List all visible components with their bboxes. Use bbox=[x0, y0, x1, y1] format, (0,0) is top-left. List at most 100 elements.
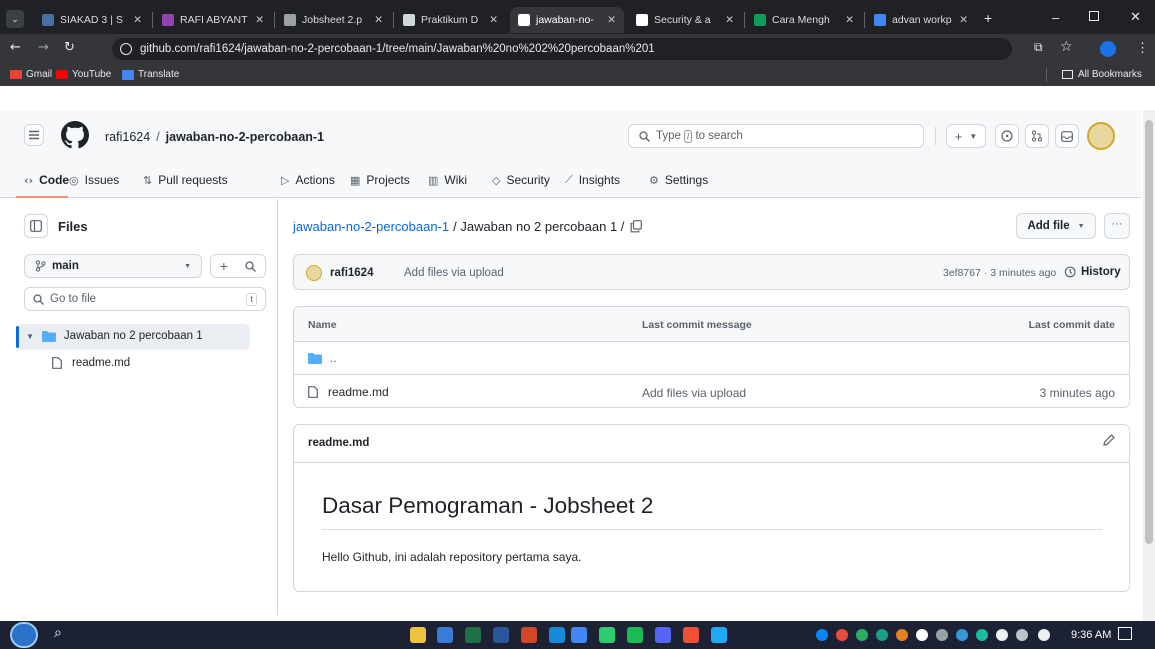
nav-tab-pull-requests[interactable]: ⇅ Pull requests bbox=[143, 172, 228, 188]
browser-menu-icon[interactable]: ⋮ bbox=[1136, 40, 1149, 56]
discord-icon[interactable] bbox=[655, 627, 671, 643]
tray-app-icon[interactable] bbox=[956, 629, 968, 641]
repo-name-link[interactable]: jawaban-no-2-percobaan-1 bbox=[166, 130, 324, 144]
tab-close-icon[interactable]: ✕ bbox=[953, 14, 968, 26]
tree-item-folder[interactable]: ▼ Jawaban no 2 percobaan 1 bbox=[26, 330, 203, 342]
commit-message[interactable]: Add files via upload bbox=[404, 267, 504, 279]
volume-icon[interactable] bbox=[1038, 629, 1050, 641]
minimize-icon[interactable]: – bbox=[1052, 10, 1059, 25]
tab-close-icon[interactable]: ✕ bbox=[601, 14, 616, 26]
browser-tab[interactable]: Security & a ✕ bbox=[628, 7, 742, 33]
restore-icon[interactable] bbox=[1089, 11, 1099, 21]
notifications-icon[interactable] bbox=[1118, 627, 1132, 640]
bookmark-youtube[interactable]: YouTube bbox=[56, 69, 111, 80]
inbox-button[interactable] bbox=[1055, 124, 1079, 148]
file-name-cell[interactable]: readme.md bbox=[308, 385, 389, 399]
bookmark-star-icon[interactable]: ☆ bbox=[1060, 39, 1073, 55]
create-new-button[interactable]: + ▼ bbox=[946, 124, 986, 148]
search-icon[interactable]: ⌕ bbox=[54, 625, 62, 641]
copy-path-icon[interactable] bbox=[630, 220, 643, 233]
browser-tab[interactable]: Praktikum D ✕ bbox=[395, 7, 506, 33]
address-bar[interactable]: github.com/rafi1624/jawaban-no-2-percoba… bbox=[112, 38, 1012, 60]
commit-author[interactable]: rafi1624 bbox=[330, 267, 373, 279]
browser-tab[interactable]: Cara Mengh ✕ bbox=[746, 7, 862, 33]
add-file-plus-icon[interactable]: + bbox=[220, 258, 228, 274]
wifi-icon[interactable] bbox=[1016, 629, 1028, 641]
wifi-icon[interactable] bbox=[996, 629, 1008, 641]
tab-close-icon[interactable]: ✕ bbox=[483, 14, 498, 26]
profile-avatar[interactable] bbox=[1100, 41, 1116, 57]
commit-author-avatar[interactable] bbox=[306, 265, 322, 281]
excel-icon[interactable] bbox=[465, 627, 481, 643]
repo-owner-link[interactable]: rafi1624 bbox=[105, 130, 150, 144]
bookmark-translate[interactable]: Translate bbox=[122, 69, 179, 80]
all-bookmarks-button[interactable]: All Bookmarks bbox=[1062, 69, 1142, 80]
vscode-icon[interactable] bbox=[711, 627, 727, 643]
tray-app-icon[interactable] bbox=[936, 629, 948, 641]
nav-tab-security[interactable]: ◇ Security bbox=[492, 172, 550, 188]
tray-app-icon[interactable] bbox=[896, 629, 908, 641]
tab-close-icon[interactable]: ✕ bbox=[368, 14, 383, 26]
file-commit-message[interactable]: Add files via upload bbox=[642, 386, 746, 400]
nav-tab-insights[interactable]: ⟋ Insights bbox=[565, 172, 620, 188]
edge-icon[interactable] bbox=[549, 627, 565, 643]
user-avatar[interactable] bbox=[1087, 122, 1115, 150]
branch-selector[interactable]: main ▼ bbox=[24, 254, 202, 278]
chrome-icon[interactable] bbox=[571, 627, 587, 643]
store-icon[interactable] bbox=[437, 627, 453, 643]
nav-tab-issues[interactable]: ◎ Issues bbox=[69, 172, 119, 188]
go-to-file-input[interactable]: Go to file t bbox=[24, 287, 266, 311]
parent-directory-link[interactable]: .. bbox=[330, 351, 337, 365]
powerpoint-icon[interactable] bbox=[521, 627, 537, 643]
git-icon[interactable] bbox=[683, 627, 699, 643]
reload-icon[interactable]: ↻ bbox=[64, 40, 75, 55]
tab-close-icon[interactable]: ✕ bbox=[249, 14, 264, 26]
nav-tab-settings[interactable]: ⚙ Settings bbox=[649, 172, 708, 188]
commit-sha-time[interactable]: 3ef8767 · 3 minutes ago bbox=[943, 267, 1056, 279]
tray-app-icon[interactable] bbox=[976, 629, 988, 641]
bookmark-gmail[interactable]: Gmail bbox=[10, 69, 52, 80]
browser-tab[interactable]: SIAKAD 3 | S ✕ bbox=[34, 7, 150, 33]
history-link[interactable]: History bbox=[1064, 266, 1121, 278]
tray-app-icon[interactable] bbox=[876, 629, 888, 641]
tab-close-icon[interactable]: ✕ bbox=[839, 14, 854, 26]
tree-item-file[interactable]: readme.md bbox=[52, 357, 130, 369]
clock-time[interactable]: 9:36 AM bbox=[1071, 629, 1111, 641]
more-options-button[interactable]: ··· bbox=[1104, 213, 1130, 239]
issues-button[interactable] bbox=[995, 124, 1019, 148]
nav-tab-wiki[interactable]: ▥ Wiki bbox=[428, 172, 467, 188]
word-icon[interactable] bbox=[493, 627, 509, 643]
back-icon[interactable]: ← bbox=[10, 40, 21, 55]
close-window-icon[interactable]: ✕ bbox=[1130, 9, 1141, 25]
file-explorer-icon[interactable] bbox=[410, 627, 426, 643]
add-file-button[interactable]: Add file ▼ bbox=[1016, 213, 1096, 239]
table-row-parent[interactable]: .. bbox=[294, 341, 1129, 374]
spotify-icon[interactable] bbox=[627, 627, 643, 643]
pencil-edit-icon[interactable] bbox=[1103, 434, 1115, 446]
tray-bluetooth-icon[interactable] bbox=[816, 629, 828, 641]
nav-tab-code[interactable]: ‹› Code bbox=[24, 172, 69, 188]
browser-tab[interactable]: RAFI ABYANT ✕ bbox=[154, 7, 272, 33]
nav-tab-projects[interactable]: ▦ Projects bbox=[350, 172, 410, 188]
cast-icon[interactable]: ⧉ bbox=[1034, 40, 1043, 55]
browser-tab[interactable]: advan workp ✕ bbox=[866, 7, 976, 33]
tab-close-icon[interactable]: ✕ bbox=[719, 14, 734, 26]
scrollbar-thumb[interactable] bbox=[1145, 120, 1153, 544]
forward-icon[interactable]: → bbox=[38, 40, 49, 55]
menu-button[interactable] bbox=[24, 124, 44, 146]
pull-requests-button[interactable] bbox=[1025, 124, 1049, 148]
browser-tab[interactable]: jawaban-no- ✕ bbox=[510, 7, 624, 33]
tray-app-icon[interactable] bbox=[916, 629, 928, 641]
search-input[interactable]: Type / to search bbox=[628, 124, 924, 148]
site-info-icon[interactable] bbox=[120, 43, 132, 55]
tray-app-icon[interactable] bbox=[836, 629, 848, 641]
readme-filename[interactable]: readme.md bbox=[308, 437, 369, 449]
github-logo-icon[interactable] bbox=[61, 121, 89, 149]
nav-tab-actions[interactable]: ▷ Actions bbox=[281, 172, 335, 188]
tab-search-button[interactable]: ⌄ bbox=[6, 10, 24, 28]
new-tab-icon[interactable]: + bbox=[984, 10, 992, 26]
browser-tab[interactable]: Jobsheet 2.p ✕ bbox=[276, 7, 391, 33]
collapse-sidebar-button[interactable] bbox=[24, 214, 48, 238]
breadcrumb-repo-link[interactable]: jawaban-no-2-percobaan-1 bbox=[293, 219, 449, 234]
search-icon[interactable] bbox=[245, 260, 257, 272]
